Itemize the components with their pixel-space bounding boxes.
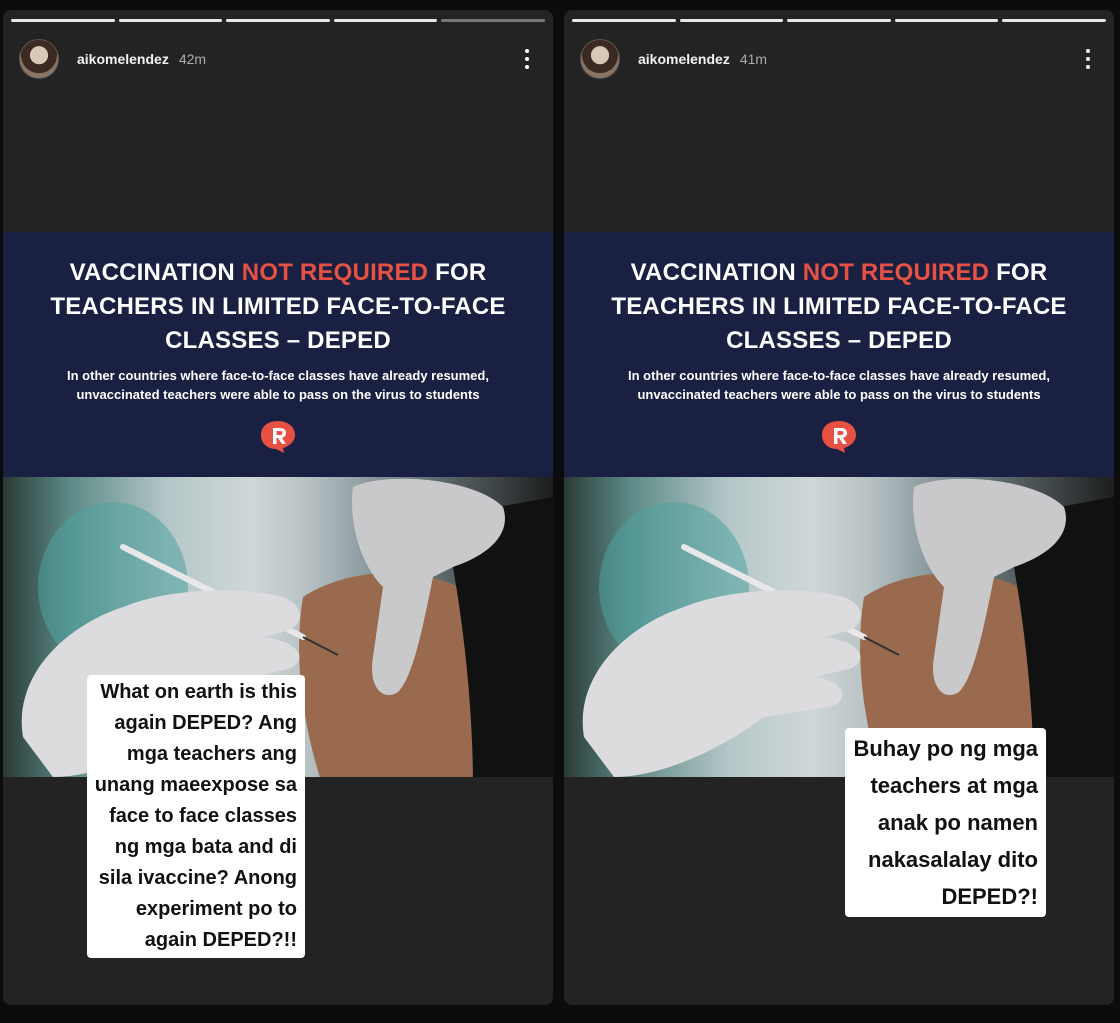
story-header: aikomelendez 41m (580, 38, 1098, 80)
headline-highlight: NOT REQUIRED (241, 259, 429, 286)
headline: VACCINATION NOT REQUIRED FOR TEACHERS IN… (611, 259, 1067, 354)
news-banner: VACCINATION NOT REQUIRED FOR TEACHERS IN… (564, 232, 1114, 477)
username[interactable]: aikomelendez (638, 51, 730, 67)
story-progress-bar (11, 19, 545, 22)
story-progress-bar (572, 19, 1106, 22)
username[interactable]: aikomelendez (77, 51, 169, 67)
post-time: 42m (178, 51, 207, 67)
avatar[interactable] (19, 39, 59, 79)
news-banner: VACCINATION NOT REQUIRED FOR TEACHERS IN… (3, 232, 553, 477)
story-card-left[interactable]: aikomelendez 42m VACCINATION NOT REQUIRE… (3, 10, 553, 1005)
headline: VACCINATION NOT REQUIRED FOR TEACHERS IN… (50, 259, 506, 354)
more-options-icon[interactable] (1078, 44, 1098, 74)
post-time: 41m (739, 51, 768, 67)
rappler-logo-icon (258, 418, 298, 454)
story-header: aikomelendez 42m (19, 38, 537, 80)
story-caption: What on earth is this again DEPED? Ang m… (86, 675, 305, 958)
story-card-right[interactable]: aikomelendez 41m VACCINATION NOT REQUIRE… (564, 10, 1114, 1005)
story-caption: Buhay po ng mga teachers at mga anak po … (845, 728, 1046, 917)
avatar[interactable] (580, 39, 620, 79)
rappler-logo-icon (819, 418, 859, 454)
more-options-icon[interactable] (517, 44, 537, 74)
headline-highlight: NOT REQUIRED (802, 259, 990, 286)
headline-subtext: In other countries where face-to-face cl… (628, 368, 1050, 402)
headline-subtext: In other countries where face-to-face cl… (67, 368, 489, 402)
